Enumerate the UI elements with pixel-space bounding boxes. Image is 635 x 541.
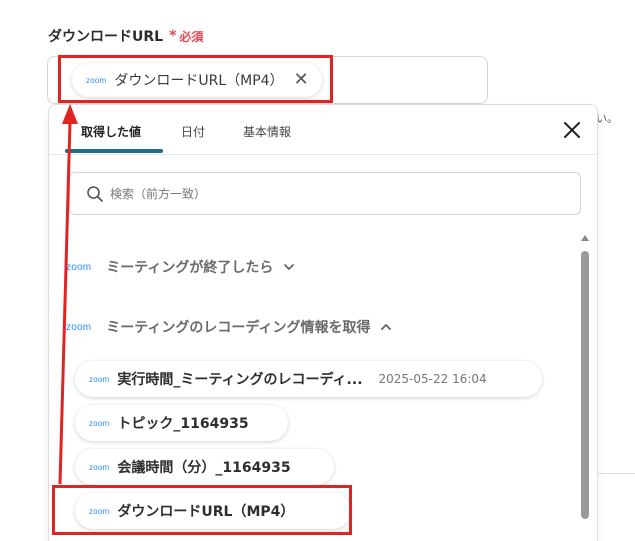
search-input[interactable]: 検索（前方一致） bbox=[69, 172, 581, 215]
zoom-logo-icon: zoom bbox=[89, 418, 110, 428]
background-divider bbox=[598, 473, 635, 474]
zoom-logo-icon: zoom bbox=[66, 321, 92, 333]
chevron-up-icon bbox=[381, 324, 392, 330]
tab-date[interactable]: 日付 bbox=[181, 123, 205, 140]
annotation-highlight-selected bbox=[58, 55, 333, 103]
zoom-logo-icon: zoom bbox=[89, 462, 110, 472]
section-title: ミーティングのレコーディング情報を取得 bbox=[106, 320, 371, 336]
item-label: 実行時間_ミーティングのレコーディ... bbox=[117, 372, 363, 388]
search-placeholder: 検索（前方一致） bbox=[110, 187, 207, 201]
section-meeting-ended[interactable]: zoom ミーティングが終了したら bbox=[66, 257, 295, 277]
required-star: * bbox=[169, 28, 177, 44]
scroll-up-arrow-icon[interactable] bbox=[581, 235, 589, 241]
field-label: ダウンロードURL * 必須 bbox=[48, 26, 203, 46]
background-hint-text: い。 bbox=[596, 112, 618, 125]
panel-tabs: 取得した値 日付 基本情報 bbox=[49, 105, 597, 155]
tab-basic-info[interactable]: 基本情報 bbox=[243, 123, 291, 140]
section-recording-info[interactable]: zoom ミーティングのレコーディング情報を取得 bbox=[66, 317, 392, 337]
scrollbar-thumb[interactable] bbox=[581, 251, 589, 519]
list-item[interactable]: zoom トピック_1164935 bbox=[75, 405, 288, 441]
item-label: 会議時間（分）_1164935 bbox=[117, 460, 291, 476]
item-value: 2025-05-22 16:04 bbox=[378, 372, 487, 386]
field-label-text: ダウンロードURL bbox=[48, 29, 164, 45]
required-text: 必須 bbox=[179, 29, 204, 44]
tab-acquired-values[interactable]: 取得した値 bbox=[81, 123, 141, 140]
item-label: トピック_1164935 bbox=[117, 416, 249, 432]
value-picker-panel: 取得した値 日付 基本情報 検索（前方一致） zoom ミーティングが終了したら… bbox=[48, 104, 598, 541]
zoom-logo-icon: zoom bbox=[66, 261, 92, 273]
annotation-highlight-source bbox=[52, 485, 352, 535]
search-icon bbox=[87, 185, 103, 202]
list-item[interactable]: zoom 実行時間_ミーティングのレコーディ... 2025-05-22 16:… bbox=[75, 361, 542, 397]
close-icon[interactable] bbox=[561, 119, 583, 141]
zoom-logo-icon: zoom bbox=[89, 374, 110, 384]
section-title: ミーティングが終了したら bbox=[106, 260, 274, 276]
chevron-down-icon bbox=[284, 264, 295, 270]
active-tab-indicator bbox=[65, 149, 163, 153]
list-item[interactable]: zoom 会議時間（分）_1164935 bbox=[75, 449, 334, 485]
